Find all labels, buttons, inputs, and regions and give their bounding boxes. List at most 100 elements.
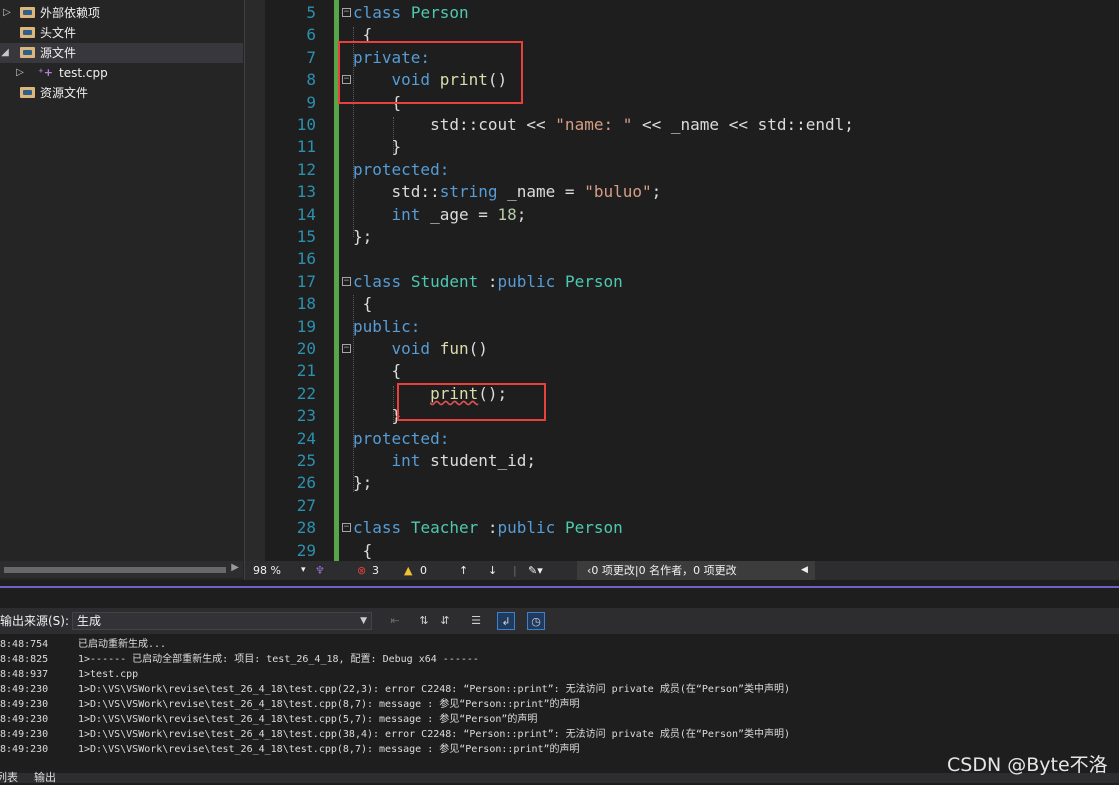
tree-item-test-cpp[interactable]: ▷ ⁺+ test.cpp <box>0 63 243 83</box>
filter-folder-icon <box>20 27 35 38</box>
intellicode-icon[interactable]: ♆ <box>315 561 325 580</box>
previous-message-icon[interactable]: ⇅ <box>415 612 433 630</box>
warning-count[interactable]: 0 <box>420 561 427 580</box>
code-line: 25 int student_id; <box>245 450 1119 472</box>
output-source-select[interactable]: 生成 ▼ <box>72 612 372 630</box>
expand-arrow-icon[interactable]: ▷ <box>15 63 25 83</box>
panel-splitter[interactable] <box>0 580 1119 591</box>
scroll-left-icon[interactable]: ◀ <box>801 561 808 580</box>
previous-issue-icon[interactable]: ↑ <box>459 561 468 580</box>
code-text: int student_id; <box>391 451 537 470</box>
tree-item-label: 头文件 <box>40 26 77 40</box>
clock-icon[interactable]: ◷ <box>527 612 545 630</box>
code-line: 20 − void fun() <box>245 338 1119 360</box>
line-number: 20 <box>296 339 316 358</box>
code-text: class Teacher :public Person <box>353 518 623 538</box>
code-line: 17 − class Student :public Person <box>245 271 1119 293</box>
code-text: { <box>362 540 373 560</box>
collapse-arrow-icon[interactable]: ◢ <box>0 43 10 63</box>
code-line: 5 − class Person <box>245 2 1119 24</box>
solution-explorer: ▷ 外部依赖项 头文件 ◢ 源文件 ▷ ⁺+ test.cpp 资源文件 <box>0 0 245 580</box>
code-line: 22 print(); <box>245 383 1119 405</box>
line-number: 11 <box>296 137 316 157</box>
tree-item-label: test.cpp <box>59 66 108 80</box>
code-text: std::string _name = "buluo"; <box>391 182 662 202</box>
error-icon[interactable]: ⊗ <box>357 561 366 580</box>
word-wrap-icon[interactable]: ↲ <box>497 612 515 630</box>
code-text: class Student :public Person <box>353 271 623 291</box>
separator: | <box>513 564 517 577</box>
line-number: 19 <box>296 316 316 336</box>
fold-toggle-icon[interactable]: − <box>342 8 351 17</box>
code-line: 16 <box>245 248 1119 270</box>
code-text: } <box>391 137 402 157</box>
output-line: 48:49:2301>D:\VS\VSWork\revise\test_26_4… <box>0 729 791 740</box>
cleanup-brush-icon[interactable]: ✎▾ <box>528 561 543 580</box>
highlight-box-private <box>338 41 523 104</box>
code-text: { <box>391 361 402 381</box>
line-number: 12 <box>296 159 316 179</box>
line-number: 25 <box>296 451 316 470</box>
line-number: 16 <box>296 249 316 269</box>
code-line: 24 protected: <box>245 428 1119 450</box>
error-count[interactable]: 3 <box>372 561 379 580</box>
line-number: 27 <box>296 495 316 515</box>
code-line: 19 public: <box>245 316 1119 338</box>
code-text: std::cout << "name: " << _name << std::e… <box>430 115 854 134</box>
zoom-level[interactable]: 98 % <box>253 561 281 580</box>
line-number: 6 <box>306 25 316 45</box>
line-number: 24 <box>296 428 316 448</box>
zoom-dropdown-icon[interactable]: ▾ <box>301 561 306 580</box>
expand-arrow-icon[interactable]: ▷ <box>2 3 12 23</box>
code-line: 13 std::string _name = "buluo"; <box>245 181 1119 203</box>
watermark: CSDN @Byte不洛 <box>947 754 1108 776</box>
next-issue-icon[interactable]: ↓ <box>488 561 497 580</box>
line-number: 7 <box>306 47 316 67</box>
code-line: 29 { <box>245 540 1119 561</box>
line-number: 8 <box>306 70 316 90</box>
line-number: 5 <box>306 3 316 22</box>
line-number: 22 <box>296 383 316 403</box>
line-number: 29 <box>296 540 316 560</box>
code-line: 26 }; <box>245 472 1119 494</box>
dropdown-arrow-icon[interactable]: ▼ <box>360 613 367 629</box>
line-number: 23 <box>296 406 316 426</box>
git-changes[interactable]: ‹ 0 项更改|0 名作者，0 项更改 <box>577 561 815 580</box>
code-editor[interactable]: 5 − class Person 6 { 7 private: 8 − void… <box>245 0 1119 561</box>
line-number: 17 <box>296 271 316 291</box>
output-source-label: 输出来源(S): <box>0 614 70 628</box>
code-line: 21 { <box>245 360 1119 382</box>
code-text: protected: <box>353 428 450 448</box>
tree-item-resource-files[interactable]: 资源文件 <box>0 83 243 103</box>
tree-item-external-deps[interactable]: ▷ 外部依赖项 <box>0 3 243 23</box>
warning-icon[interactable]: ▲ <box>404 561 412 580</box>
code-text: }; <box>353 227 373 246</box>
tree-item-label: 外部依赖项 <box>40 6 101 20</box>
output-line: 48:48:8251>------ 已启动全部重新生成: 项目: test_26… <box>0 654 479 665</box>
tree-item-label: 资源文件 <box>40 86 89 100</box>
line-number: 9 <box>306 92 316 112</box>
tree-item-header-files[interactable]: 头文件 <box>0 23 243 43</box>
code-line: 10 std::cout << "name: " << _name << std… <box>245 114 1119 136</box>
tree-item-source-files[interactable]: ◢ 源文件 <box>0 43 243 63</box>
highlight-box-print-call <box>397 383 546 421</box>
tree-item-label: 源文件 <box>40 46 77 60</box>
sidebar-horizontal-scrollbar[interactable]: ▶ <box>0 561 243 578</box>
scroll-right-arrow-icon[interactable]: ▶ <box>231 562 239 573</box>
output-toolbar: 输出来源(S): 生成 ▼ ⇤ ⇅ ⇵ ☰ ↲ ◷ <box>0 608 1119 634</box>
output-line: 48:48:9371>test.cpp <box>0 669 139 680</box>
filter-folder-icon <box>20 87 35 98</box>
output-line: 48:49:2301>D:\VS\VSWork\revise\test_26_4… <box>0 699 580 710</box>
code-text: { <box>362 294 373 314</box>
fold-toggle-icon[interactable]: − <box>342 523 351 533</box>
code-text: protected: <box>353 159 450 179</box>
scrollbar-thumb[interactable] <box>4 567 226 573</box>
clear-all-icon[interactable]: ☰ <box>467 612 485 630</box>
accent-line <box>0 586 1119 588</box>
next-message-icon[interactable]: ⇵ <box>436 612 454 630</box>
fold-toggle-icon[interactable]: − <box>342 276 351 286</box>
line-number: 14 <box>296 204 316 224</box>
find-message-icon[interactable]: ⇤ <box>386 612 404 630</box>
fold-toggle-icon[interactable]: − <box>342 344 351 353</box>
output-line: 48:49:2301>D:\VS\VSWork\revise\test_26_4… <box>0 684 791 695</box>
